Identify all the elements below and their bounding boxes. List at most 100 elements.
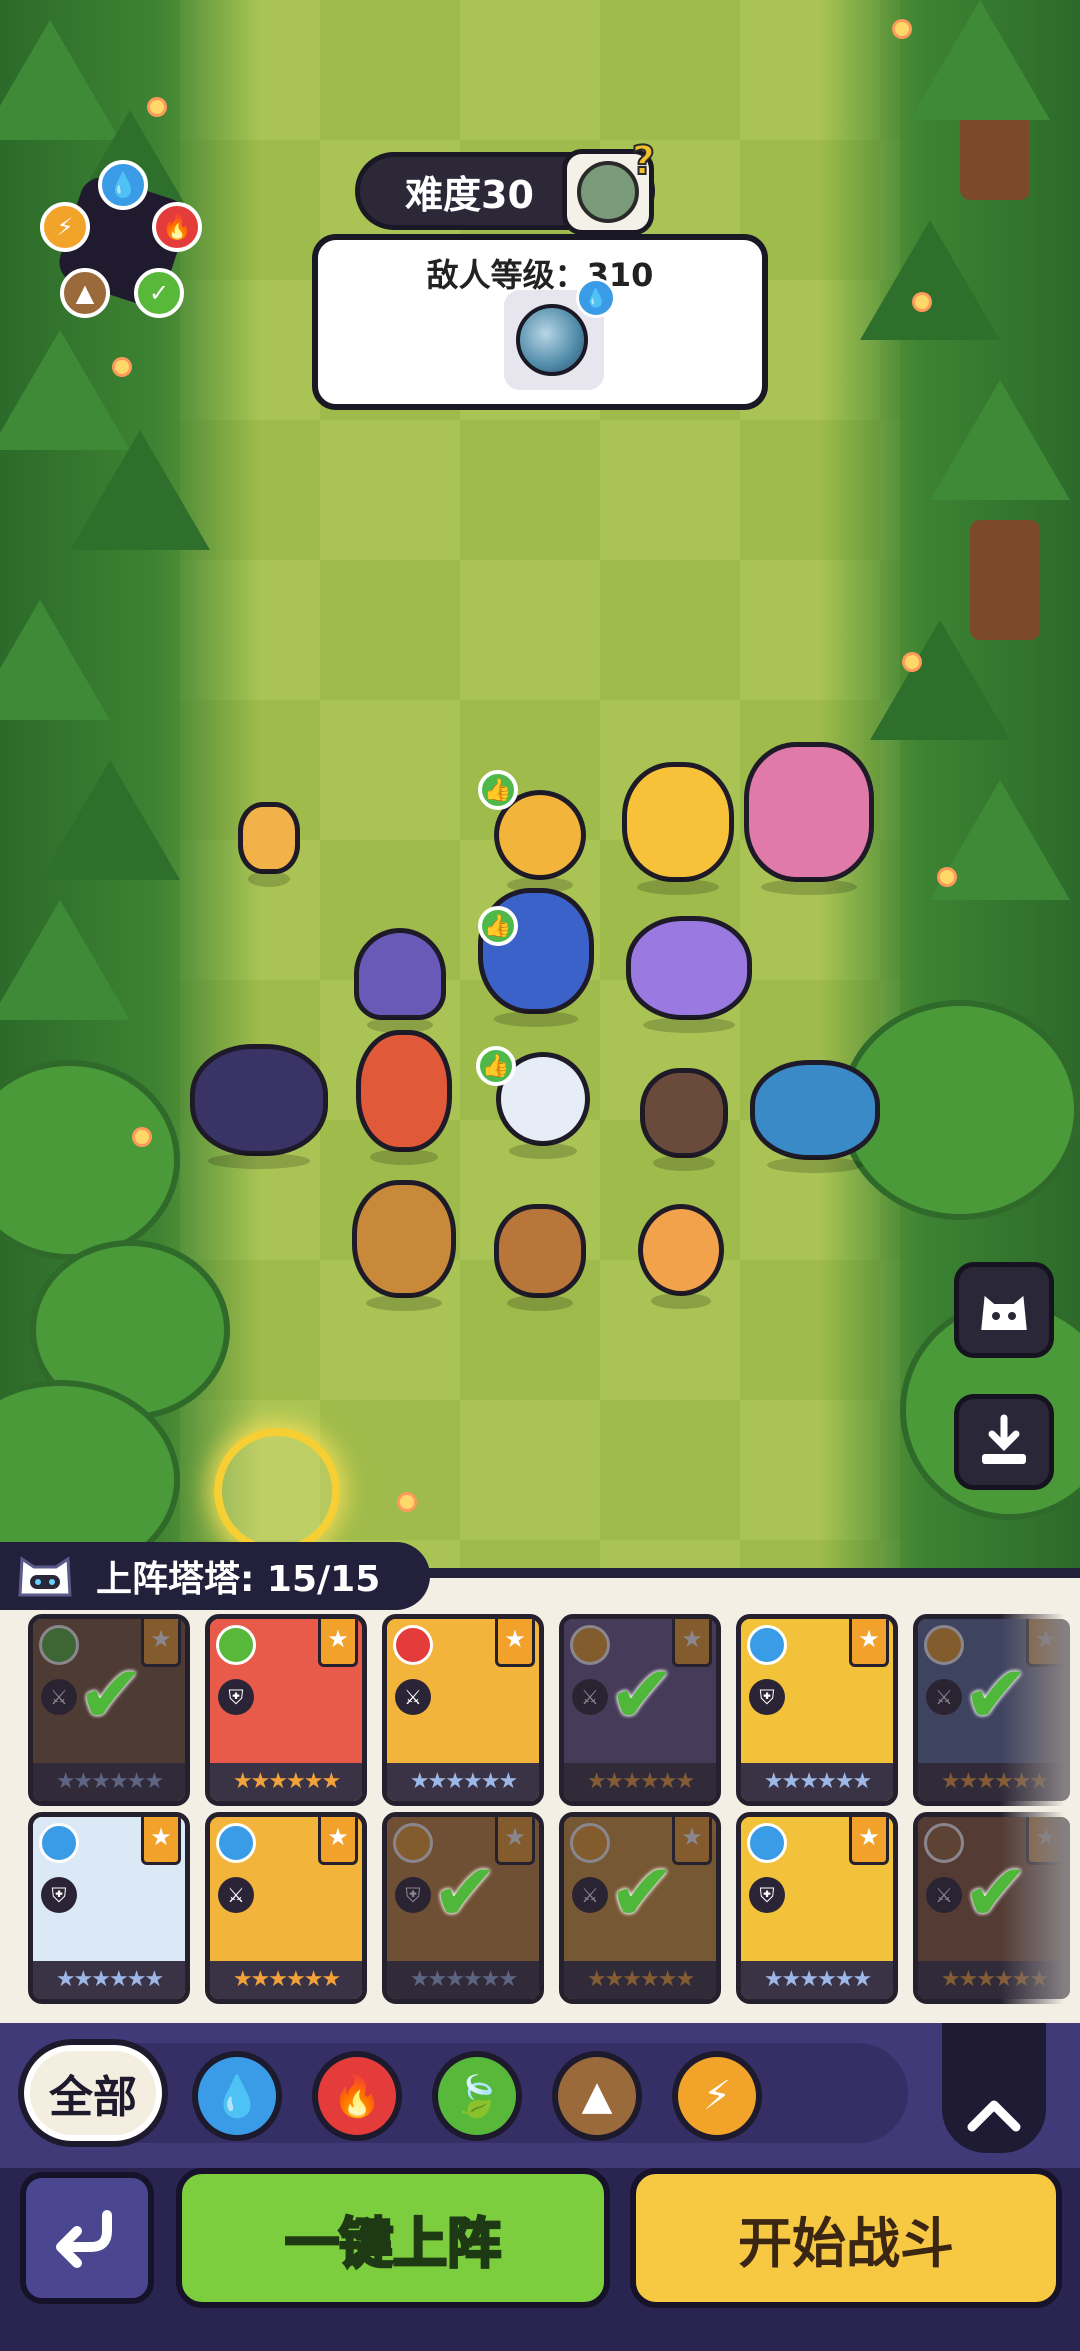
sunflower-unit[interactable] xyxy=(638,1204,724,1309)
deployed-check-icon: ✔ xyxy=(431,1846,499,1939)
thunder-element-icon: ⚡ xyxy=(40,202,90,252)
tower-card[interactable]: ⛨ ★ ★★★★★★ ✔ xyxy=(382,1812,544,2004)
return-arrow-icon xyxy=(56,2210,112,2268)
element-counter-wheel: 💧 🔥 ✓ ▲ ⚡ xyxy=(40,160,210,320)
flower xyxy=(400,1495,414,1509)
star-rating: ★★★★★★ xyxy=(210,1763,362,1801)
filter-nature-button[interactable]: 🍃 xyxy=(432,2051,522,2141)
filter-all-button[interactable]: 全部 xyxy=(18,2039,168,2147)
water-element-icon xyxy=(747,1823,787,1863)
lineup-count-label: 上阵塔塔: 15/15 xyxy=(96,1559,381,1600)
flower xyxy=(915,295,929,309)
shield-role-icon: ⛨ xyxy=(749,1877,785,1913)
tower-card[interactable]: ⚔ ★ ★★★★★★ ✔ xyxy=(913,1812,1075,2004)
filter-water-button[interactable]: 💧 xyxy=(192,2051,282,2141)
enemy-creature-icon xyxy=(516,304,588,376)
start-battle-button[interactable]: 开始战斗 xyxy=(630,2168,1062,2308)
bush xyxy=(0,1060,180,1260)
pet-button[interactable] xyxy=(954,1262,1054,1358)
deployed-check-icon: ✔ xyxy=(77,1648,145,1741)
star-rating: ★★★★★★ xyxy=(387,1961,539,1999)
sword-role-icon: ⚔ xyxy=(218,1877,254,1913)
deployed-check-icon: ✔ xyxy=(962,1648,1030,1741)
star-rating: ★★★★★★ xyxy=(564,1763,716,1801)
shield-role-icon: ⛨ xyxy=(218,1679,254,1715)
filter-thunder-button[interactable]: ⚡ xyxy=(672,2051,762,2141)
bull-unit[interactable] xyxy=(352,1180,456,1311)
auto-deploy-button[interactable]: 一键上阵 xyxy=(176,2168,610,2308)
tower-card[interactable]: ⚔ ★ ★★★★★★ xyxy=(382,1614,544,1806)
flower xyxy=(940,870,954,884)
tower-card[interactable]: ⚔ ★ ★★★★★★ ✔ xyxy=(559,1812,721,2004)
flower xyxy=(895,22,909,36)
flower xyxy=(150,100,164,114)
pine-tree xyxy=(70,430,210,550)
filter-earth-button[interactable]: ▲ xyxy=(552,2051,642,2141)
collapse-panel-button[interactable] xyxy=(942,2023,1046,2153)
flame-icon: 🔥 xyxy=(332,2073,382,2120)
fox-pup-unit[interactable] xyxy=(238,802,300,887)
star-rating: ★★★★★★ xyxy=(741,1763,893,1801)
mountain-icon: ▲ xyxy=(581,2073,613,2119)
star-rating: ★★★★★★ xyxy=(741,1961,893,1999)
flower xyxy=(905,655,919,669)
leaf-icon: 🍃 xyxy=(452,2073,502,2120)
back-button[interactable] xyxy=(20,2172,154,2304)
deployed-check-icon: ✔ xyxy=(608,1648,676,1741)
tower-card[interactable]: ⛨ ★ ★★★★★★ xyxy=(736,1812,898,2004)
pine-tree xyxy=(0,900,130,1020)
star-badge-icon: ★ xyxy=(318,1817,358,1865)
flower xyxy=(135,1130,149,1144)
filter-fire-button[interactable]: 🔥 xyxy=(312,2051,402,2141)
zombie-icon xyxy=(577,161,639,223)
dark-boar-unit[interactable] xyxy=(190,1044,328,1169)
tower-card[interactable]: ⛨ ★ ★★★★★★ xyxy=(205,1614,367,1806)
tower-card[interactable]: ⛨ ★ ★★★★★★ xyxy=(736,1614,898,1806)
thumbs-up-icon: 👍 xyxy=(478,906,518,946)
pine-tree xyxy=(930,380,1070,500)
phoenix-rabbit-unit[interactable] xyxy=(356,1030,452,1165)
water-element-icon xyxy=(747,1625,787,1665)
enemy-info-card: 敌人等级：310 💧 xyxy=(312,234,768,410)
pine-tree xyxy=(910,0,1050,120)
pine-tree xyxy=(0,600,110,720)
enemy-info-button[interactable]: ? xyxy=(562,137,656,235)
star-rating: ★★★★★★ xyxy=(210,1961,362,1999)
cat-mascot-icon xyxy=(18,1556,72,1597)
purple-beast-unit[interactable] xyxy=(626,916,752,1033)
deployed-check-icon: ✔ xyxy=(608,1846,676,1939)
star-badge-icon: ★ xyxy=(141,1817,181,1865)
shield-role-icon: ⛨ xyxy=(41,1877,77,1913)
tower-card[interactable]: ⚔ ★ ★★★★★★ ✔ xyxy=(559,1614,721,1806)
shark-unit[interactable] xyxy=(750,1060,880,1173)
star-rating: ★★★★★★ xyxy=(918,1763,1070,1801)
lion-unit[interactable] xyxy=(622,762,734,895)
fire-element-icon: 🔥 xyxy=(152,202,202,252)
water-element-icon: 💧 xyxy=(576,278,616,318)
fire-element-icon xyxy=(393,1625,433,1665)
cat-spirit-icon xyxy=(976,1288,1032,1334)
spawn-point-marker xyxy=(214,1428,340,1554)
star-badge-icon: ★ xyxy=(849,1817,889,1865)
deployed-check-icon: ✔ xyxy=(962,1846,1030,1939)
raccoon-unit[interactable] xyxy=(640,1068,728,1171)
save-formation-button[interactable] xyxy=(954,1394,1054,1490)
lineup-counter: 上阵塔塔: 15/15 xyxy=(0,1542,430,1610)
rock-golem-unit[interactable] xyxy=(494,1204,586,1311)
flower-fairy-unit[interactable] xyxy=(744,742,874,895)
question-mark-icon: ? xyxy=(631,137,656,185)
mushroom-unit[interactable] xyxy=(354,928,446,1033)
star-rating: ★★★★★★ xyxy=(918,1961,1070,1999)
star-rating: ★★★★★★ xyxy=(564,1961,716,1999)
tower-card[interactable]: ⚔ ★ ★★★★★★ ✔ xyxy=(28,1614,190,1806)
tower-card[interactable]: ⚔ ★ ★★★★★★ ✔ xyxy=(913,1614,1075,1806)
water-element-icon xyxy=(39,1823,79,1863)
chevron-up-icon xyxy=(967,2100,1021,2132)
enemy-portrait[interactable]: 💧 xyxy=(504,278,616,390)
battlefield: 💧 🔥 ✓ ▲ ⚡ 难度30 ? 敌人等级：310 💧 👍 👍 👍 xyxy=(0,0,1080,1570)
star-rating: ★★★★★★ xyxy=(33,1763,185,1801)
tower-card[interactable]: ⛨ ★ ★★★★★★ xyxy=(28,1812,190,2004)
star-rating: ★★★★★★ xyxy=(387,1763,539,1801)
tower-card[interactable]: ⚔ ★ ★★★★★★ xyxy=(205,1812,367,2004)
lightning-icon: ⚡ xyxy=(702,2073,732,2119)
